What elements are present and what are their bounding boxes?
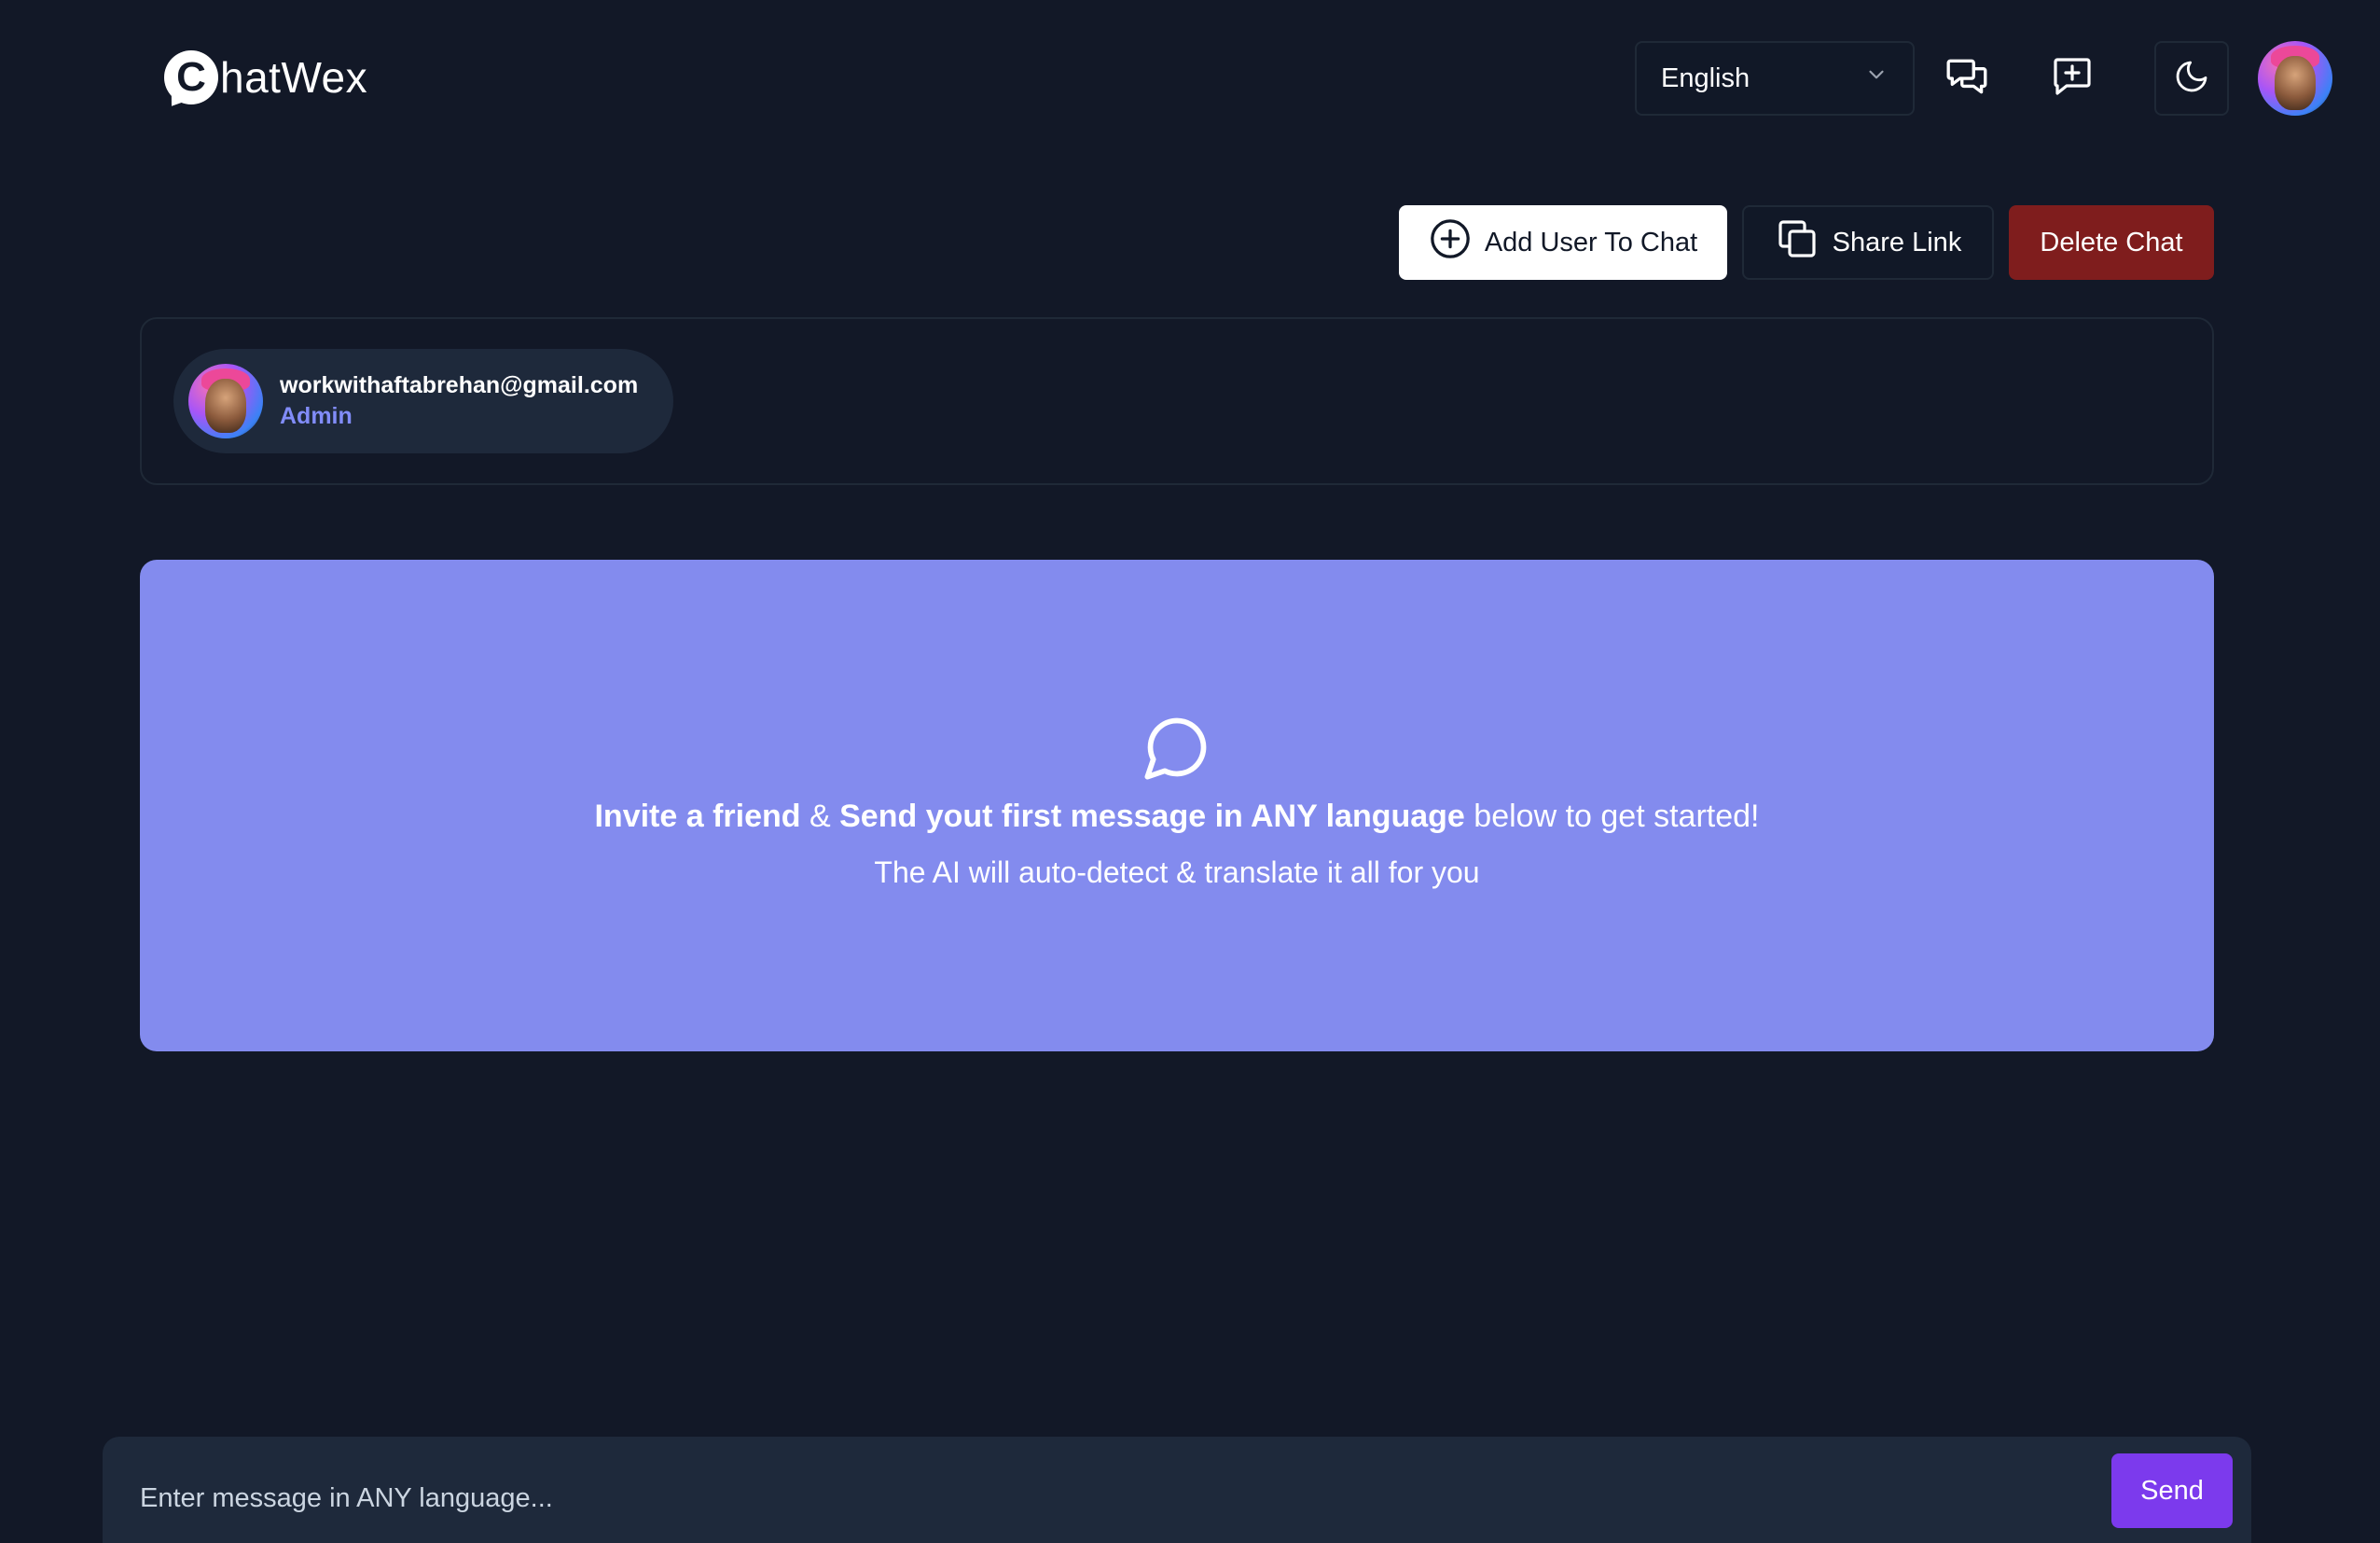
- logo-text: hatWex: [220, 53, 368, 102]
- chats-button[interactable]: [1930, 41, 2005, 116]
- delete-chat-label: Delete Chat: [2040, 227, 2183, 257]
- copy-icon: [1775, 216, 1820, 269]
- add-user-button[interactable]: Add User To Chat: [1399, 205, 1727, 280]
- message-composer: Send: [103, 1437, 2251, 1543]
- rest-text: below to get started!: [1464, 799, 1760, 834]
- add-user-label: Add User To Chat: [1484, 227, 1698, 257]
- language-select[interactable]: English: [1635, 41, 1915, 116]
- logo-mark: C: [164, 50, 218, 104]
- invite-text: Invite a friend: [594, 799, 801, 834]
- app-logo[interactable]: C hatWex: [164, 49, 367, 106]
- share-link-label: Share Link: [1832, 227, 1962, 257]
- participant-role-badge: Admin: [280, 403, 353, 429]
- delete-chat-button[interactable]: Delete Chat: [2009, 205, 2214, 280]
- profile-avatar[interactable]: [2258, 41, 2332, 116]
- participant-info: workwithaftabrehan@gmail.com Admin: [280, 372, 638, 430]
- participant-email: workwithaftabrehan@gmail.com: [280, 372, 639, 398]
- share-link-button[interactable]: Share Link: [1742, 205, 1994, 280]
- new-chat-button[interactable]: [2035, 41, 2110, 116]
- language-select-value: English: [1661, 63, 1750, 93]
- send-button[interactable]: Send: [2111, 1453, 2233, 1528]
- moon-icon: [2173, 58, 2210, 100]
- theme-toggle-button[interactable]: [2154, 41, 2229, 116]
- chevron-down-icon: [1864, 63, 1889, 94]
- empty-state-headline: Invite a friend & Send yout first messag…: [594, 799, 1759, 835]
- message-input[interactable]: [140, 1461, 2005, 1536]
- participant-avatar: [188, 364, 263, 438]
- empty-state-subline: The AI will auto-detect & translate it a…: [874, 855, 1480, 889]
- send-label: Send: [2140, 1475, 2204, 1506]
- amp-text: &: [800, 799, 840, 834]
- participants-panel: workwithaftabrehan@gmail.com Admin: [140, 317, 2214, 485]
- send-text: Send yout first message in ANY language: [839, 799, 1465, 834]
- participant-chip: workwithaftabrehan@gmail.com Admin: [173, 349, 673, 453]
- new-chat-icon: [2050, 54, 2095, 104]
- plus-circle-icon: [1429, 217, 1472, 268]
- message-circle-icon: [1142, 712, 1212, 787]
- empty-chat-card: Invite a friend & Send yout first messag…: [140, 560, 2214, 1051]
- chats-icon: [1944, 53, 1991, 104]
- chat-page: C hatWex English Add User To Chat Share …: [0, 0, 2380, 1543]
